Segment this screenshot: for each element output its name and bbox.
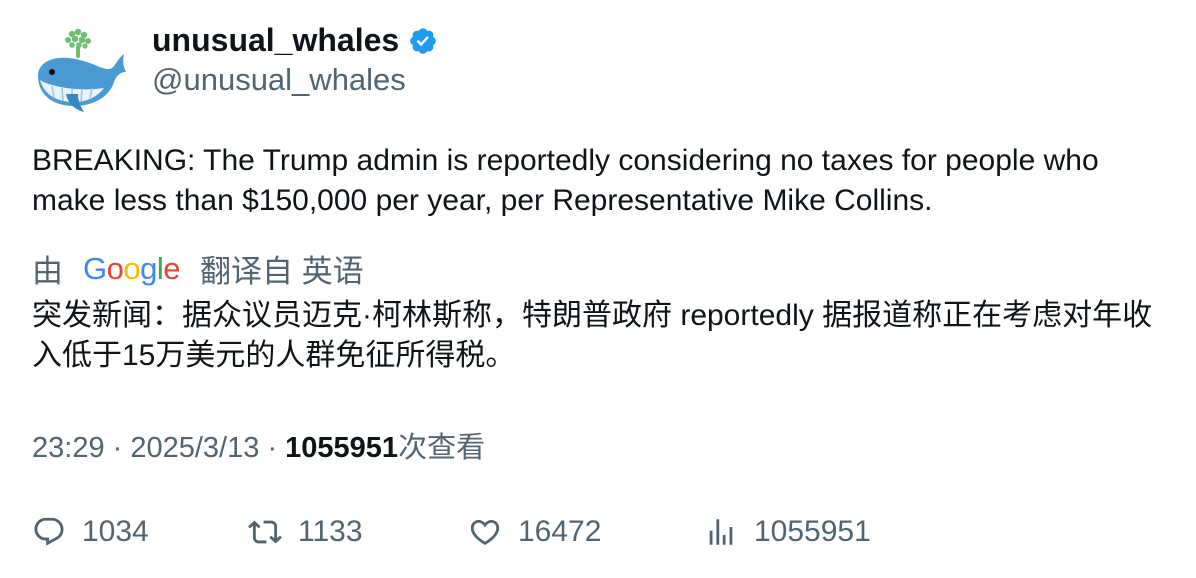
retweet-button[interactable]: 1133 bbox=[248, 510, 363, 554]
translation-attribution[interactable]: 由 Google 翻译自 英语 bbox=[32, 246, 364, 291]
translation-suffix: 翻译自 英语 bbox=[200, 254, 364, 289]
retweet-icon bbox=[248, 520, 282, 544]
tweet-time[interactable]: 23:29 bbox=[32, 432, 105, 464]
translation-prefix: 由 bbox=[32, 254, 63, 289]
whale-icon bbox=[38, 28, 126, 112]
views-button[interactable]: 1055951 bbox=[704, 510, 871, 554]
author-handle[interactable]: @unusual_whales bbox=[152, 62, 406, 98]
google-logo: Google bbox=[83, 250, 181, 286]
reply-icon bbox=[34, 517, 64, 546]
verified-badge-icon bbox=[410, 27, 436, 54]
tweet-date[interactable]: 2025/3/13 bbox=[130, 432, 259, 464]
heart-icon bbox=[470, 519, 500, 545]
meta-separator: · bbox=[112, 432, 131, 464]
avatar[interactable] bbox=[32, 24, 128, 120]
tweet-meta: 23:29 · 2025/3/13 · 1055951次查看 bbox=[32, 424, 485, 466]
meta-separator: · bbox=[267, 432, 286, 464]
author-name-row[interactable]: unusual_whales bbox=[152, 22, 438, 59]
action-bar: 1034 1133 16472 1055951 bbox=[32, 510, 1182, 554]
tweet-text: BREAKING: The Trump admin is reportedly … bbox=[32, 144, 1099, 217]
views-chart-icon bbox=[709, 519, 733, 545]
like-button[interactable]: 16472 bbox=[468, 510, 601, 554]
reply-count: 1034 bbox=[82, 515, 149, 548]
views-action-count: 1055951 bbox=[754, 515, 871, 548]
reply-button[interactable]: 1034 bbox=[32, 510, 149, 554]
views-label: 次查看 bbox=[398, 432, 486, 464]
translated-text: 突发新闻：据众议员迈克·柯林斯称，特朗普政府 reportedly 据报道称正在… bbox=[32, 299, 1153, 372]
author-display-name[interactable]: unusual_whales bbox=[152, 22, 399, 59]
retweet-count: 1133 bbox=[298, 515, 363, 548]
like-count: 16472 bbox=[518, 515, 602, 548]
views-count: 1055951 bbox=[285, 432, 399, 464]
